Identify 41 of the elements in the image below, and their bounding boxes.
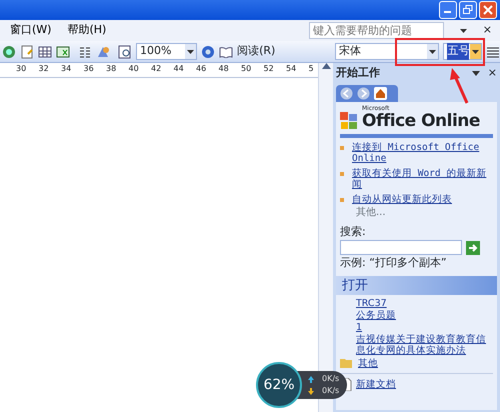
ruler-number: 42: [151, 64, 162, 73]
ruler-number: 38: [106, 64, 116, 73]
new-document-link[interactable]: 新建文档: [356, 379, 396, 390]
ruler-number: 34: [61, 64, 72, 73]
ruler-number: 40: [128, 64, 139, 73]
ruler-number: 5: [308, 64, 314, 73]
help-search-field[interactable]: 键入需要帮助的问题: [308, 22, 444, 39]
ruler-number: 30: [16, 64, 26, 73]
pane-title: 开始工作: [336, 65, 380, 81]
upload-speed: 0K/s: [322, 373, 340, 385]
ruler-number: 50: [241, 64, 252, 73]
ruler-number: 52: [264, 64, 274, 73]
font-dropdown[interactable]: 宋体: [335, 43, 440, 60]
file-link[interactable]: 公务员题: [356, 310, 493, 321]
zoom-dropdown[interactable]: 100%: [136, 43, 198, 60]
link[interactable]: 自动从网站更新此列表: [352, 194, 452, 204]
other-link[interactable]: 其他: [358, 358, 378, 368]
example-text: 示例: “打印多个副本”: [340, 255, 448, 271]
search-label: 搜索:: [340, 224, 367, 240]
usage-meter: 62%: [256, 362, 302, 408]
menu-item[interactable]: 帮助(H): [67, 22, 106, 39]
read-button[interactable]: 阅读(R): [219, 43, 276, 60]
file-link[interactable]: 1: [356, 322, 493, 333]
file-link[interactable]: 吉视传媒关于建设教育教育信息化专网的具体实施办法: [356, 334, 493, 356]
link[interactable]: 连接到 Microsoft Office Online: [352, 142, 493, 164]
ruler-number: 54: [286, 64, 296, 73]
ruler-number: 32: [38, 64, 49, 73]
section-header: 打开: [336, 276, 497, 295]
ruler-number: 44: [174, 64, 184, 73]
file-link[interactable]: TRC37: [356, 298, 493, 309]
download-speed: 0K/s: [322, 385, 340, 397]
more-link[interactable]: 其他...: [356, 204, 493, 220]
link[interactable]: 获取有关使用 Word 的最新新闻: [352, 168, 493, 190]
logo-text: Office Online: [362, 112, 480, 130]
font-size-dropdown[interactable]: 五号: [443, 43, 482, 60]
close-button[interactable]: ×: [488, 65, 497, 82]
ruler-number: 36: [84, 64, 94, 73]
close-button[interactable]: ×: [482, 22, 492, 39]
ruler-number: 48: [218, 64, 229, 73]
menu-item[interactable]: 窗口(W): [10, 22, 52, 39]
ruler-number: 46: [196, 64, 206, 73]
